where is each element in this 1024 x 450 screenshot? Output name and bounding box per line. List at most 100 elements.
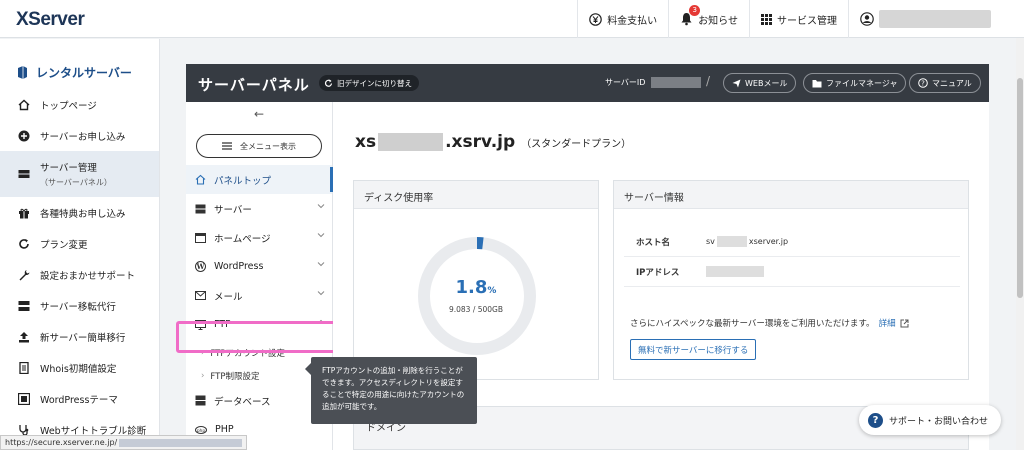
sidebar-item-label: トップページ: [40, 100, 97, 112]
detail-link[interactable]: 詳細: [879, 317, 896, 329]
service-management-link[interactable]: サービス管理: [749, 0, 848, 38]
sidebar-item-plan-change[interactable]: プラン変更: [0, 228, 159, 259]
submenu-label: サーバー: [214, 204, 252, 216]
sidebar-item-wp-theme[interactable]: WordPressテーマ: [0, 383, 159, 414]
billing-label: 料金支払い: [607, 15, 658, 27]
folder-icon: [812, 79, 822, 87]
sidebar-item-label: サーバー管理: [40, 163, 97, 174]
notifications-link[interactable]: 3 お知らせ: [668, 0, 749, 38]
all-menu-button[interactable]: 全メニュー表示: [196, 134, 322, 158]
sidebar-heading[interactable]: レンタルサーバー: [0, 39, 159, 87]
highlight-box: [176, 321, 337, 353]
billing-link[interactable]: 料金支払い: [577, 0, 668, 38]
ip-value: [706, 266, 764, 277]
chevron-down-icon: [317, 233, 325, 238]
sidebar-item-sublabel: （サーバーパネル）: [40, 178, 112, 187]
sidebar-item-top[interactable]: トップページ: [0, 89, 159, 120]
server-info-title: サーバー情報: [614, 181, 968, 209]
status-url: https://secure.xserver.ne.jp/: [5, 438, 118, 447]
submenu-wordpress[interactable]: W WordPress: [186, 252, 332, 281]
notifications-label: お知らせ: [698, 15, 738, 27]
wrench-icon: [17, 268, 30, 281]
domain-redacted: [378, 133, 444, 151]
question-circle-icon: ?: [918, 78, 928, 88]
submenu-label: FTP制限設定: [210, 371, 260, 382]
plus-circle-icon: [17, 129, 30, 142]
sidebar-item-text: サーバー管理 （サーバーパネル）: [40, 160, 112, 188]
database-icon: [195, 395, 206, 406]
user-menu[interactable]: [848, 0, 1002, 38]
submenu-label: PHP: [215, 424, 234, 435]
old-design-label: 旧デザインに切り替え: [337, 78, 412, 88]
top-header: XServer 料金支払い 3 お知らせ サービス管理: [0, 0, 1024, 38]
gift-icon: [17, 206, 30, 219]
ip-row: IPアドレス: [624, 257, 960, 287]
php-icon: php: [195, 425, 207, 434]
sidebar-item-server-management[interactable]: サーバー管理 （サーバーパネル）: [0, 151, 159, 197]
sidebar-item-label: 各種特典お申し込み: [40, 208, 126, 220]
document-icon: [17, 361, 30, 374]
ftp-account-tooltip: FTPアカウントの追加・削除を行うことができます。アクセスディレクトリを設定する…: [305, 357, 477, 424]
host-redacted: [716, 236, 747, 247]
chevron-down-icon: [317, 291, 325, 296]
svg-text:?: ?: [921, 80, 925, 88]
domain-suffix: .xsrv.jp: [445, 132, 516, 152]
upsell-text: さらにハイスペックな最新サーバー環境をご利用いただけます。 詳細: [630, 317, 909, 329]
home-icon: [17, 98, 30, 111]
submenu-label: WordPress: [214, 261, 264, 272]
wordpress-icon: W: [195, 261, 206, 272]
xserver-logo[interactable]: XServer: [16, 9, 85, 31]
server-icon: [17, 168, 30, 181]
sidebar-item-setup-support[interactable]: 設定おまかせサポート: [0, 259, 159, 290]
back-arrow-icon[interactable]: ←: [186, 102, 332, 130]
webmail-button[interactable]: WEBメール: [723, 73, 797, 93]
svg-text:W: W: [196, 262, 205, 271]
upload-icon: [17, 330, 30, 343]
server-transfer-icon: [17, 299, 30, 312]
submenu-mail[interactable]: メール: [186, 281, 332, 310]
sidebar-item-label: サーバーお申し込み: [40, 131, 126, 143]
theme-icon: [17, 392, 30, 405]
submenu-server[interactable]: サーバー: [186, 194, 332, 223]
refresh-icon: [17, 237, 30, 250]
ip-redacted: [706, 266, 764, 277]
top-nav: 料金支払い 3 お知らせ サービス管理: [577, 0, 1002, 38]
submenu-label: データベース: [214, 396, 271, 408]
host-row: ホスト名 sv xserver.jp: [624, 227, 960, 257]
browser-window-icon: [195, 232, 206, 243]
disk-usage-title: ディスク使用率: [354, 181, 598, 209]
home-outline-icon: [195, 174, 206, 185]
domain-title: xs .xsrv.jp （スタンダードプラン）: [355, 132, 631, 152]
scrollbar-thumb[interactable]: [1017, 78, 1023, 298]
sidebar-item-transfer-service[interactable]: サーバー移転代行: [0, 290, 159, 321]
page-scrollbar[interactable]: [1016, 38, 1024, 450]
service-management-label: サービス管理: [777, 15, 837, 27]
support-button[interactable]: ? サポート・お問い合わせ: [859, 405, 1001, 435]
submenu-panel-top[interactable]: パネルトップ: [186, 165, 333, 194]
main-sidebar: レンタルサーバー トップページ サーバーお申し込み サーバー管理 （サーバーパネ…: [0, 39, 160, 450]
disk-usage-text: 9.083 / 500GB: [448, 305, 504, 314]
sidebar-item-easy-migration[interactable]: 新サーバー簡単移行: [0, 321, 159, 352]
external-link-icon[interactable]: [900, 319, 909, 328]
file-manager-button[interactable]: ファイルマネージャ: [803, 73, 907, 93]
file-manager-label: ファイルマネージャ: [826, 78, 898, 88]
server-icon: [195, 204, 206, 213]
chevron-right-icon: ›: [201, 370, 205, 381]
old-design-toggle[interactable]: 旧デザインに切り替え: [319, 75, 419, 91]
server-info-card: サーバー情報 ホスト名 sv xserver.jp IPアドレス さらにハイスペ…: [613, 180, 969, 380]
sidebar-item-apply[interactable]: サーバーお申し込み: [0, 120, 159, 151]
sidebar-item-label: WordPressテーマ: [40, 394, 118, 406]
webmail-label: WEBメール: [745, 78, 788, 88]
submenu-homepage[interactable]: ホームページ: [186, 223, 332, 252]
domain-prefix: xs: [355, 132, 377, 152]
sidebar-item-benefits[interactable]: 各種特典お申し込み: [0, 197, 159, 228]
migrate-button[interactable]: 無料で新サーバーに移行する: [630, 339, 757, 360]
sidebar-item-whois[interactable]: Whois初期値設定: [0, 352, 159, 383]
server-id-redacted: [651, 77, 702, 88]
status-url-redacted: [119, 438, 242, 447]
server-id: サーバーID: [605, 77, 702, 88]
manual-button[interactable]: ? マニュアル: [909, 73, 981, 93]
percent-unit: %: [487, 286, 497, 296]
host-label: ホスト名: [636, 237, 671, 248]
disk-usage-percent: 1.8%: [354, 277, 598, 298]
